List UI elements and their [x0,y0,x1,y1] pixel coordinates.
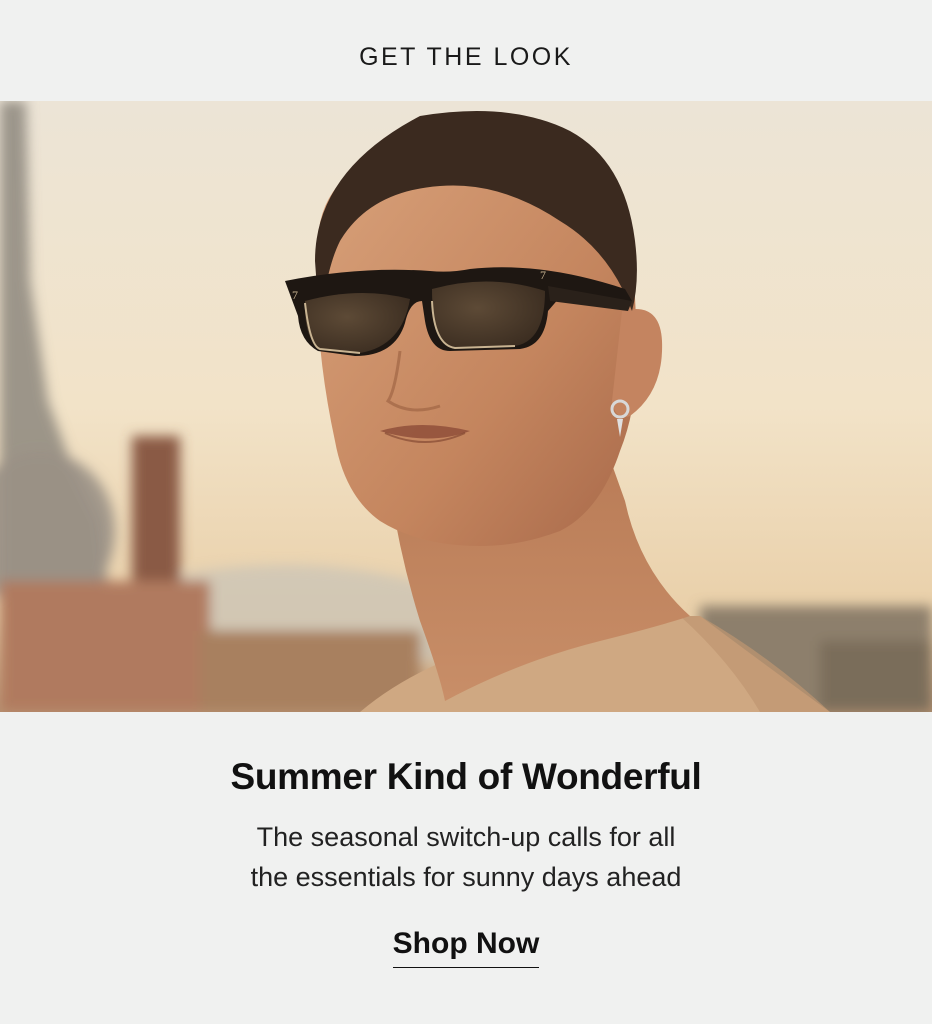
promo-body-line-2: the essentials for sunny days ahead [250,862,682,892]
promo-content: Summer Kind of Wonderful The seasonal sw… [0,712,932,1024]
hero-illustration: 7 7 [0,101,932,712]
header-bar: GET THE LOOK [0,0,932,101]
svg-text:7: 7 [292,288,298,302]
svg-text:7: 7 [540,268,546,282]
hero-image[interactable]: 7 7 [0,101,932,712]
email-promo-page: GET THE LOOK 7 7 Summer Kind of Wonderfu… [0,0,932,1024]
section-title: GET THE LOOK [359,43,573,71]
promo-body-line-1: The seasonal switch-up calls for all [256,822,676,852]
promo-headline: Summer Kind of Wonderful [230,756,702,797]
promo-body: The seasonal switch-up calls for all the… [186,817,746,897]
shop-now-link[interactable]: Shop Now [392,927,540,968]
